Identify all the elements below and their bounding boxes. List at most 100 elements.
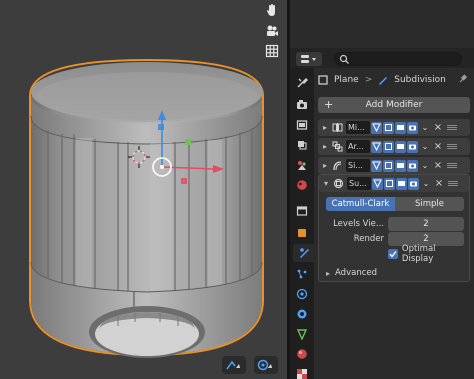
simple-deform-icon [331, 160, 343, 172]
pin-icon[interactable] [458, 74, 468, 87]
array-icon [331, 141, 343, 153]
breadcrumb-object: Plane [334, 75, 359, 85]
viewport-display-toggle-icon[interactable] [395, 140, 406, 153]
constraints-tab[interactable] [292, 305, 312, 323]
on-cage-toggle-icon[interactable] [383, 121, 394, 134]
render-tab[interactable] [292, 96, 312, 114]
output-tab[interactable] [292, 116, 312, 134]
chevron-right-icon: ▸ [326, 268, 331, 278]
pan-hand-icon[interactable] [262, 0, 282, 20]
optimal-display-row[interactable]: Optimal Display [388, 244, 469, 264]
close-icon[interactable]: × [433, 141, 443, 152]
render-toggle-icon[interactable] [408, 177, 419, 190]
levels-viewport-field[interactable]: 2 [388, 217, 464, 231]
scene-icon [298, 161, 306, 170]
texture-tab[interactable] [292, 365, 312, 379]
viewport-display-toggle-icon[interactable] [396, 177, 407, 190]
constraints-icon [297, 309, 307, 319]
catmull-clark-option[interactable]: Catmull-Clark [326, 197, 395, 211]
snap-button[interactable] [222, 356, 246, 374]
chevron-down-icon[interactable]: ⌄ [420, 161, 430, 170]
chevron-right-icon[interactable]: ▸ [320, 123, 330, 132]
on-cage-toggle-icon[interactable] [383, 140, 394, 153]
viewport-display-toggle-icon[interactable] [395, 159, 406, 172]
modifier-row-mirror[interactable]: ▸ Mi... ⌄ × [318, 119, 470, 136]
properties-editor-icon [301, 55, 316, 63]
subdivision-method-selector: Catmull-Clark Simple [326, 197, 464, 211]
properties-search-input[interactable] [334, 52, 462, 66]
drag-handle-icon[interactable] [447, 125, 457, 130]
properties-editor: Plane > Subdivision + Add Modifier ▸ Mi.… [290, 0, 474, 379]
modifier-name-field[interactable]: Ar... [346, 140, 370, 153]
edit-mode-toggle-icon[interactable] [372, 177, 383, 190]
physics-tab[interactable] [292, 285, 312, 303]
modifier-properties-panel: Plane > Subdivision + Add Modifier ▸ Mi.… [314, 68, 474, 379]
edit-mode-toggle-icon[interactable] [371, 159, 382, 172]
drag-handle-icon[interactable] [447, 144, 457, 149]
modifier-tab[interactable] [293, 244, 314, 262]
levels-viewport-label: Levels Vie... [333, 219, 384, 229]
modifier-name-field[interactable]: Mi... [346, 121, 370, 134]
render-icon [297, 100, 307, 109]
3d-viewport[interactable] [0, 0, 287, 379]
chevron-down-icon[interactable]: ⌄ [421, 179, 431, 188]
render-toggle-icon[interactable] [407, 121, 418, 134]
snap-icon [226, 360, 240, 370]
on-cage-toggle-icon[interactable] [383, 159, 394, 172]
view-layer-icon [298, 141, 307, 150]
simple-option[interactable]: Simple [395, 197, 464, 211]
modifier-icon [299, 248, 309, 258]
chevron-down-icon[interactable]: ⌄ [420, 123, 430, 132]
optimal-display-label: Optimal Display [401, 244, 436, 264]
modifier-name-field[interactable]: Si... [346, 159, 370, 172]
modifier-name-field[interactable]: Su... [347, 177, 371, 190]
chevron-down-icon[interactable]: ▾ [321, 179, 331, 188]
properties-tab-bar [290, 68, 314, 379]
edit-mode-toggle-icon[interactable] [371, 140, 382, 153]
advanced-subpanel-header[interactable]: ▸ Advanced [326, 267, 377, 279]
checkmark-icon [389, 251, 397, 258]
breadcrumb: Plane > Subdivision [318, 73, 446, 87]
drag-handle-icon[interactable] [448, 181, 458, 186]
close-icon[interactable]: × [433, 122, 443, 133]
proportional-editing-button[interactable] [254, 356, 278, 374]
camera-view-icon[interactable] [262, 21, 282, 41]
particles-tab[interactable] [292, 265, 312, 283]
tool-icon [297, 78, 308, 88]
add-modifier-label: Add Modifier [365, 100, 423, 110]
drag-handle-icon[interactable] [447, 163, 457, 168]
render-levels-label: Render [353, 234, 384, 244]
editor-type-button[interactable] [296, 52, 322, 66]
optimal-display-checkbox[interactable] [388, 249, 398, 259]
viewport-display-toggle-icon[interactable] [395, 121, 406, 134]
render-toggle-icon[interactable] [407, 140, 418, 153]
render-toggle-icon[interactable] [407, 159, 418, 172]
edit-mode-toggle-icon[interactable] [371, 121, 382, 134]
world-tab[interactable] [292, 176, 312, 194]
subdivision-modifier-panel: ▾ Su... ⌄ × Catmull-Clark Simple Levels … [318, 174, 470, 282]
proportional-editing-icon [257, 359, 272, 371]
modifier-row-subdivision[interactable]: ▾ Su... ⌄ × [319, 175, 469, 192]
material-tab[interactable] [292, 345, 312, 363]
output-icon [296, 120, 308, 130]
chevron-down-icon[interactable]: ⌄ [420, 142, 430, 151]
collection-tab[interactable] [292, 202, 312, 220]
chevron-right-icon[interactable]: ▸ [320, 142, 330, 151]
object-tab[interactable] [292, 224, 312, 242]
modifier-row-array[interactable]: ▸ Ar... ⌄ × [318, 138, 470, 155]
data-tab[interactable] [292, 325, 312, 343]
on-cage-toggle-icon[interactable] [384, 177, 395, 190]
close-icon[interactable]: × [434, 178, 444, 189]
chevron-right-icon[interactable]: ▸ [320, 161, 330, 170]
advanced-label: Advanced [335, 268, 378, 278]
grid-toggle-icon[interactable] [262, 41, 282, 61]
cylinder-mesh[interactable] [0, 0, 287, 379]
view-layer-tab[interactable] [292, 136, 312, 154]
tool-tab[interactable] [292, 74, 312, 92]
close-icon[interactable]: × [433, 160, 443, 171]
modifier-row-simple-deform[interactable]: ▸ Si... ⌄ × [318, 157, 470, 174]
scene-tab[interactable] [292, 156, 312, 174]
breadcrumb-modifier: Subdivision [394, 75, 446, 85]
add-modifier-button[interactable]: + Add Modifier [318, 97, 470, 113]
modifier-icon [379, 77, 388, 85]
